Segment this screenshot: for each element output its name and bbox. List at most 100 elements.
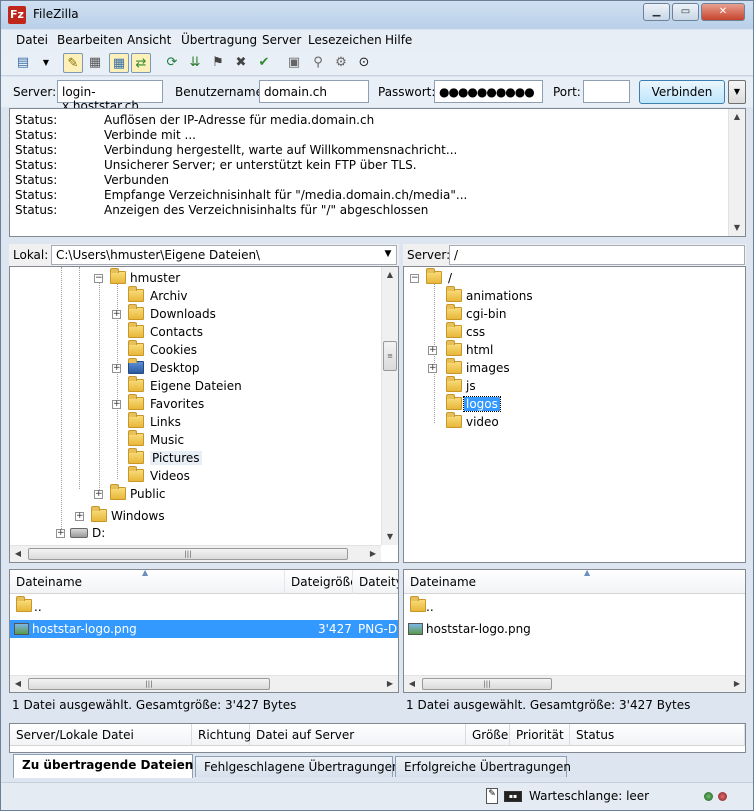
- tree-item-desktop[interactable]: + Desktop: [112, 358, 312, 377]
- tree-item-images[interactable]: + images: [428, 358, 630, 377]
- column-filetype[interactable]: Dateityp: [353, 570, 398, 594]
- scroll-down-icon[interactable]: ▼: [729, 220, 745, 236]
- server-input[interactable]: login-x.hoststar.ch: [57, 80, 163, 113]
- menu-lesezeichen[interactable]: Lesezeichen: [308, 33, 382, 47]
- scroll-right-icon[interactable]: ▶: [365, 546, 381, 562]
- message-log[interactable]: Status: Auflösen der IP-Adresse für media…: [9, 108, 746, 237]
- port-input[interactable]: [583, 80, 630, 103]
- filter-icon[interactable]: ▣: [284, 53, 304, 73]
- expand-icon[interactable]: +: [94, 490, 103, 499]
- local-tree-toggle-icon[interactable]: ▦: [85, 53, 105, 73]
- tree-item-eigene-dateien[interactable]: Eigene Dateien: [112, 376, 312, 395]
- site-manager-icon[interactable]: ▤: [13, 53, 33, 73]
- search-icon[interactable]: ⊙: [354, 53, 374, 73]
- remote-tree-toggle-icon[interactable]: ▦: [109, 53, 129, 73]
- tree-item-root[interactable]: − /: [410, 268, 610, 287]
- close-button[interactable]: ✕: [701, 3, 745, 21]
- column-status[interactable]: Status: [570, 724, 745, 746]
- disconnect-icon[interactable]: ✖: [231, 53, 251, 73]
- local-directory-tree[interactable]: − hmuster Archiv + Downloads Contacts Co…: [9, 266, 399, 563]
- connect-button[interactable]: Verbinden: [639, 80, 725, 104]
- collapse-icon[interactable]: −: [410, 274, 419, 283]
- username-input[interactable]: domain.ch: [259, 80, 369, 103]
- tree-item-contacts[interactable]: Contacts: [112, 322, 312, 341]
- compare-icon[interactable]: ⚲: [308, 53, 328, 73]
- menu-bearbeiten[interactable]: Bearbeiten: [57, 33, 123, 47]
- collapse-icon[interactable]: −: [94, 274, 103, 283]
- scroll-right-icon[interactable]: ▶: [382, 676, 398, 692]
- minimize-button[interactable]: ▁: [643, 3, 670, 21]
- tree-item-pictures[interactable]: Pictures: [112, 448, 312, 467]
- tree-item-music[interactable]: Music: [112, 430, 312, 449]
- list-item-parent[interactable]: ..: [10, 596, 398, 615]
- scrollbar-thumb[interactable]: |||: [28, 678, 270, 690]
- maximize-button[interactable]: ▭: [672, 3, 699, 21]
- message-log-toggle-icon[interactable]: ✎: [63, 53, 83, 73]
- tree-item-js[interactable]: js: [430, 376, 630, 395]
- remote-list-hscroll[interactable]: ◀ ||| ▶: [404, 675, 745, 692]
- scroll-right-icon[interactable]: ▶: [729, 676, 745, 692]
- scroll-left-icon[interactable]: ◀: [404, 676, 420, 692]
- tree-item-favorites[interactable]: + Favorites: [112, 394, 312, 413]
- tab-queued-files[interactable]: Zu übertragende Dateien: [13, 754, 193, 778]
- column-direction[interactable]: Richtung: [192, 724, 251, 746]
- local-tree-vscroll[interactable]: ▲ ≡ ▼: [381, 267, 398, 545]
- scroll-down-icon[interactable]: ▼: [382, 529, 398, 545]
- log-scrollbar[interactable]: ▲ ▼: [728, 109, 745, 236]
- scrollbar-thumb[interactable]: |||: [28, 548, 348, 560]
- column-remote-file[interactable]: Datei auf Server: [250, 724, 466, 746]
- tree-item-css[interactable]: css: [430, 322, 630, 341]
- local-list-hscroll[interactable]: ◀ ||| ▶: [10, 675, 398, 692]
- column-size[interactable]: Größe: [466, 724, 510, 746]
- scrollbar-thumb[interactable]: ≡: [383, 341, 397, 371]
- column-filesize[interactable]: Dateigröße: [285, 570, 353, 594]
- column-filename[interactable]: ▲ Dateiname: [10, 570, 285, 594]
- queue-toggle-icon[interactable]: ⇄: [131, 53, 151, 73]
- tree-item-videos[interactable]: Videos: [112, 466, 312, 485]
- scroll-up-icon[interactable]: ▲: [729, 109, 745, 125]
- list-item-file[interactable]: hoststar-logo.png: [404, 620, 745, 638]
- local-file-list[interactable]: ▲ Dateiname Dateigröße Dateityp .. hosts…: [9, 569, 399, 693]
- scroll-left-icon[interactable]: ◀: [10, 546, 26, 562]
- expand-icon[interactable]: +: [112, 364, 121, 373]
- local-tree-hscroll[interactable]: ◀ ||| ▶: [10, 545, 381, 562]
- tree-item-downloads[interactable]: + Downloads: [112, 304, 312, 323]
- column-filename[interactable]: ▲ Dateiname: [404, 570, 745, 594]
- menu-server[interactable]: Server: [262, 33, 301, 47]
- remote-directory-tree[interactable]: − / animations cgi-bin css + html + imag…: [403, 266, 746, 563]
- tree-item-html[interactable]: + html: [428, 340, 630, 359]
- tab-failed-transfers[interactable]: Fehlgeschlagene Übertragungen: [195, 756, 400, 777]
- tree-item-links[interactable]: Links: [112, 412, 312, 431]
- tree-item-drive-d[interactable]: + D:: [56, 524, 256, 542]
- process-queue-icon[interactable]: ⇊: [185, 53, 205, 73]
- tab-successful-transfers[interactable]: Erfolgreiche Übertragungen: [395, 756, 571, 777]
- scroll-left-icon[interactable]: ◀: [10, 676, 26, 692]
- menu-uebertragung[interactable]: Übertragung: [181, 33, 257, 47]
- chevron-down-icon[interactable]: ▼: [381, 246, 395, 263]
- column-server-local-file[interactable]: Server/Lokale Datei: [10, 724, 192, 746]
- expand-icon[interactable]: +: [428, 364, 437, 373]
- expand-icon[interactable]: +: [428, 346, 437, 355]
- scrollbar-thumb[interactable]: |||: [422, 678, 552, 690]
- tree-item-archiv[interactable]: Archiv: [112, 286, 312, 305]
- list-item-file[interactable]: hoststar-logo.png 3'427 PNG-D: [10, 620, 398, 638]
- expand-icon[interactable]: +: [112, 400, 121, 409]
- tree-item-windows[interactable]: + Windows: [75, 506, 275, 525]
- remote-path-input[interactable]: /: [449, 245, 745, 265]
- transfer-queue[interactable]: Server/Lokale Datei Richtung Datei auf S…: [9, 723, 746, 753]
- quickconnect-history-button[interactable]: ▼: [728, 80, 746, 104]
- column-priority[interactable]: Priorität: [510, 724, 570, 746]
- dropdown-arrow-icon[interactable]: ▼: [36, 53, 56, 73]
- tree-item-cgi-bin[interactable]: cgi-bin: [430, 304, 630, 323]
- cancel-icon[interactable]: ⚑: [208, 53, 228, 73]
- refresh-icon[interactable]: ⟳: [162, 53, 182, 73]
- reconnect-icon[interactable]: ✔: [254, 53, 274, 73]
- local-path-input[interactable]: C:\Users\hmuster\Eigene Dateien\: [51, 245, 397, 265]
- tree-item-animations[interactable]: animations: [430, 286, 630, 305]
- menu-hilfe[interactable]: Hilfe: [385, 33, 412, 47]
- sync-browse-icon[interactable]: ⚙: [331, 53, 351, 73]
- menu-ansicht[interactable]: Ansicht: [127, 33, 171, 47]
- tree-item-cookies[interactable]: Cookies: [112, 340, 312, 359]
- tree-item-video[interactable]: video: [430, 412, 630, 431]
- list-item-parent[interactable]: ..: [404, 596, 745, 615]
